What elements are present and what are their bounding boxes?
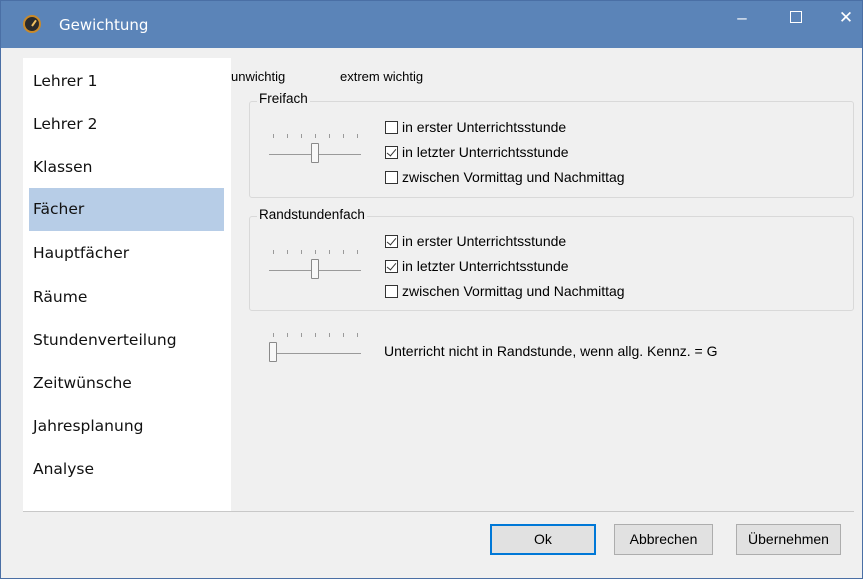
sidebar-item-faecher[interactable]: Fächer [29,188,224,231]
checkbox-label: zwischen Vormittag und Nachmittag [402,283,625,299]
checkbox-label: in letzter Unterrichtsstunde [402,258,569,274]
close-button[interactable]: ✕ [823,1,863,35]
randstundenfach-letzte-checkbox[interactable]: in letzter Unterrichtsstunde [385,258,569,274]
slider-tick [315,333,316,337]
checkbox-box[interactable] [385,234,398,248]
apply-button[interactable]: Übernehmen [736,524,841,555]
randstundenfach-zwischen-checkbox[interactable]: zwischen Vormittag und Nachmittag [385,283,625,299]
clock-app-icon [23,15,41,33]
sidebar-item-hauptfaecher[interactable]: Hauptfächer [29,232,224,275]
sidebar-item-lehrer-2[interactable]: Lehrer 2 [29,103,224,146]
checkbox-box[interactable] [385,145,398,159]
slider-thumb[interactable] [269,342,277,362]
sidebar-item-analyse[interactable]: Analyse [29,448,224,491]
checkbox-box[interactable] [385,259,398,273]
slider-thumb[interactable] [311,259,319,279]
sidebar-item-zeitwuensche[interactable]: Zeitwünsche [29,362,224,405]
window-title: Gewichtung [59,16,149,34]
settings-panel: unwichtig extrem wichtig Freifach in ers… [231,58,854,511]
slider-tick [287,333,288,337]
freifach-slider[interactable] [269,132,361,164]
checkbox-label: in erster Unterrichtsstunde [402,233,567,249]
slider-tick [315,134,316,138]
checkbox-box[interactable] [385,284,398,298]
slider-tick [343,333,344,337]
sidebar-item-stundenverteilung[interactable]: Stundenverteilung [29,319,224,362]
slider-tick [273,134,274,138]
slider-tick [287,134,288,138]
slider-tick [315,250,316,254]
slider-tick [273,250,274,254]
checkbox-box[interactable] [385,170,398,184]
checkbox-box[interactable] [385,120,398,134]
randstunde-kennz-label: Unterricht nicht in Randstunde, wenn all… [384,343,718,359]
slider-tick [343,134,344,138]
button-bar: Ok Abbrechen Übernehmen [23,511,854,571]
freifach-zwischen-checkbox[interactable]: zwischen Vormittag und Nachmittag [385,169,625,185]
randstunde-kennz-slider[interactable] [269,331,361,363]
freifach-group-title: Freifach [257,91,310,106]
slider-tick [287,250,288,254]
minimize-button[interactable]: ‒ [719,1,765,35]
randstundenfach-slider[interactable] [269,248,361,280]
ok-button[interactable]: Ok [490,524,596,555]
sidebar-item-jahresplanung[interactable]: Jahresplanung [29,405,224,448]
slider-tick [301,134,302,138]
sidebar-item-raeume[interactable]: Räume [29,276,224,319]
sidebar-item-lehrer-1[interactable]: Lehrer 1 [29,60,224,103]
slider-tick [343,250,344,254]
slider-tick [301,333,302,337]
category-list: Lehrer 1 Lehrer 2 Klassen Fächer Hauptfä… [23,58,231,511]
slider-tick [357,250,358,254]
slider-thumb[interactable] [311,143,319,163]
freifach-erste-checkbox[interactable]: in erster Unterrichtsstunde [385,119,566,135]
slider-tick [357,134,358,138]
slider-tick [329,250,330,254]
scale-low-label: unwichtig [231,69,286,84]
slider-tick [301,250,302,254]
randstundenfach-group-title: Randstundenfach [257,207,367,222]
slider-track [269,353,361,354]
checkbox-label: zwischen Vormittag und Nachmittag [402,169,625,185]
randstundenfach-erste-checkbox[interactable]: in erster Unterrichtsstunde [385,233,566,249]
checkbox-label: in letzter Unterrichtsstunde [402,144,569,160]
maximize-button[interactable] [773,1,819,35]
cancel-button[interactable]: Abbrechen [614,524,713,555]
slider-tick [273,333,274,337]
sidebar-item-klassen[interactable]: Klassen [29,146,224,189]
maximize-icon [790,11,802,24]
slider-tick [329,134,330,138]
title-bar[interactable]: Gewichtung ‒ ✕ [1,1,862,48]
scale-high-label: extrem wichtig [340,69,424,84]
checkbox-label: in erster Unterrichtsstunde [402,119,567,135]
slider-tick [357,333,358,337]
dialog-window: Gewichtung ‒ ✕ Lehrer 1 Lehrer 2 Klassen… [0,0,863,579]
freifach-letzte-checkbox[interactable]: in letzter Unterrichtsstunde [385,144,569,160]
slider-tick [329,333,330,337]
